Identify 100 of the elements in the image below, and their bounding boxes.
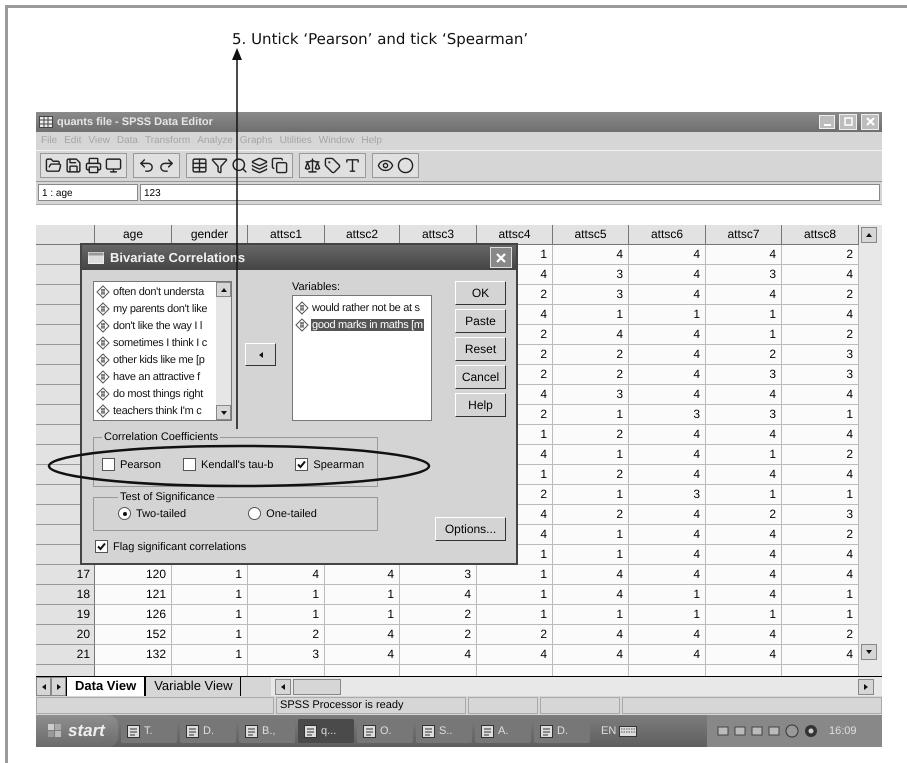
undo-icon[interactable] <box>138 157 155 174</box>
table-cell: 126 <box>95 604 172 625</box>
column-header[interactable]: attsc5 <box>553 224 629 245</box>
options-button[interactable]: Options... <box>435 517 506 541</box>
dialog-button[interactable]: Cancel <box>455 365 506 389</box>
minimize-button[interactable] <box>819 114 835 129</box>
checkbox[interactable] <box>95 540 108 553</box>
source-variable-list[interactable]: often don't understa my parents don't like don't like the way I l sometimes I think I c other kids like me [p have an attractive f do most things right teachers think I'm c <box>93 281 232 421</box>
tag-icon[interactable] <box>324 157 341 174</box>
scale-icon[interactable] <box>304 157 321 174</box>
dialog-button[interactable]: Paste <box>455 309 506 333</box>
radio-button[interactable] <box>248 507 262 520</box>
clock: 16:09 <box>829 725 857 738</box>
taskbar-item[interactable]: q... <box>298 719 354 744</box>
row-header[interactable]: 17 <box>36 564 95 585</box>
cell-value-field[interactable]: 123 <box>140 184 880 202</box>
table-cell: 4 <box>629 284 706 305</box>
status-panel <box>468 697 538 714</box>
monitor-icon[interactable] <box>105 157 122 174</box>
tray-icon[interactable] <box>768 725 780 738</box>
document-icon <box>422 724 435 738</box>
row-header[interactable]: 19 <box>36 604 95 625</box>
scroll-down-button[interactable] <box>216 405 231 420</box>
language-indicator[interactable]: EN <box>601 725 616 738</box>
dialog-button[interactable]: Reset <box>455 337 506 361</box>
column-header[interactable]: attsc7 <box>706 224 782 245</box>
save-icon[interactable] <box>65 157 82 174</box>
close-button[interactable] <box>861 114 879 130</box>
scroll-up-button[interactable] <box>861 226 877 243</box>
tab-scroll-left-button[interactable] <box>36 677 51 696</box>
dialog-button[interactable]: OK <box>455 281 506 305</box>
scale-variable-icon <box>96 318 110 332</box>
sheet-tab[interactable]: Data View <box>66 677 146 696</box>
keyboard-icon[interactable] <box>619 726 638 737</box>
variable-item[interactable]: my parents don't like <box>112 302 208 314</box>
move-variable-button[interactable] <box>245 343 276 366</box>
column-header[interactable]: attsc3 <box>400 224 477 245</box>
document-icon <box>363 724 376 738</box>
cell-reference-field[interactable]: 1 : age <box>38 184 138 202</box>
redo-icon[interactable] <box>158 157 175 174</box>
close-button[interactable] <box>490 247 512 268</box>
checkbox[interactable] <box>102 458 115 471</box>
table-cell: 2 <box>400 624 477 645</box>
variable-item[interactable]: sometimes I think I c <box>112 336 208 348</box>
maximize-button[interactable] <box>839 114 857 130</box>
radio-button[interactable] <box>118 507 131 520</box>
start-button[interactable]: start <box>36 715 118 747</box>
column-header[interactable]: attsc6 <box>629 224 706 245</box>
row-header[interactable]: 18 <box>36 584 95 605</box>
table-cell: 4 <box>706 624 782 645</box>
column-header[interactable]: attsc4 <box>477 224 553 245</box>
table-cell: 4 <box>629 544 706 565</box>
scroll-up-button[interactable] <box>216 282 231 297</box>
table-cell: 1 <box>782 404 859 425</box>
variables-list[interactable]: would rather not be at s good marks in maths [m <box>292 295 432 421</box>
variable-item[interactable]: other kids like me [p <box>112 354 206 366</box>
tray-icon[interactable] <box>717 725 729 738</box>
column-header[interactable]: attsc2 <box>325 224 400 245</box>
scroll-right-button[interactable] <box>858 678 874 695</box>
variable-item[interactable]: have an attractive f <box>112 370 201 382</box>
table-cell: 4 <box>553 244 629 265</box>
row-header[interactable]: 20 <box>36 624 95 645</box>
vertical-scrollbar[interactable] <box>859 224 882 676</box>
open-folder-icon[interactable] <box>45 157 62 174</box>
scroll-left-button[interactable] <box>275 678 292 695</box>
layers-icon[interactable] <box>251 157 268 174</box>
variable-item[interactable]: teachers think I'm c <box>112 404 202 416</box>
dialog-button[interactable]: Help <box>455 393 506 417</box>
scroll-down-button[interactable] <box>861 644 877 660</box>
tray-icon[interactable] <box>751 725 763 738</box>
horizontal-scrollbar[interactable] <box>271 677 882 696</box>
column-header[interactable]: attsc1 <box>248 224 325 245</box>
table-cell: 4 <box>782 384 859 405</box>
variable-item[interactable]: don't like the way I l <box>112 320 204 332</box>
circle-icon[interactable] <box>397 157 414 174</box>
variable-item[interactable]: often don't understa <box>112 286 205 298</box>
scroll-thumb[interactable] <box>293 678 342 695</box>
table-cell: 4 <box>629 324 706 345</box>
variable-item[interactable]: do most things right <box>112 388 204 400</box>
column-header[interactable]: age <box>95 224 172 245</box>
variable-item[interactable]: good marks in maths [m <box>311 318 424 330</box>
row-header[interactable]: 21 <box>36 644 95 665</box>
table-cell: 3 <box>553 284 629 305</box>
copy-icon[interactable] <box>271 157 288 174</box>
checkbox-label: Flag significant correlations <box>113 540 246 552</box>
tab-scroll-right-button[interactable] <box>51 677 66 696</box>
checkbox[interactable] <box>295 458 308 471</box>
column-header[interactable]: attsc8 <box>782 224 859 245</box>
variable-item[interactable]: would rather not be at s <box>311 302 421 314</box>
search-icon[interactable] <box>231 157 248 174</box>
maximize-icon <box>844 117 852 126</box>
sheet-tab[interactable]: Variable View <box>145 677 242 696</box>
checkbox[interactable] <box>182 458 196 471</box>
table-icon[interactable] <box>191 157 208 174</box>
variables-label: Variables: <box>292 281 342 295</box>
speaker-icon[interactable] <box>804 724 818 738</box>
text-icon[interactable] <box>344 157 361 174</box>
filter-icon[interactable] <box>211 157 228 174</box>
print-icon[interactable] <box>85 157 102 174</box>
tray-icon[interactable] <box>734 725 746 738</box>
